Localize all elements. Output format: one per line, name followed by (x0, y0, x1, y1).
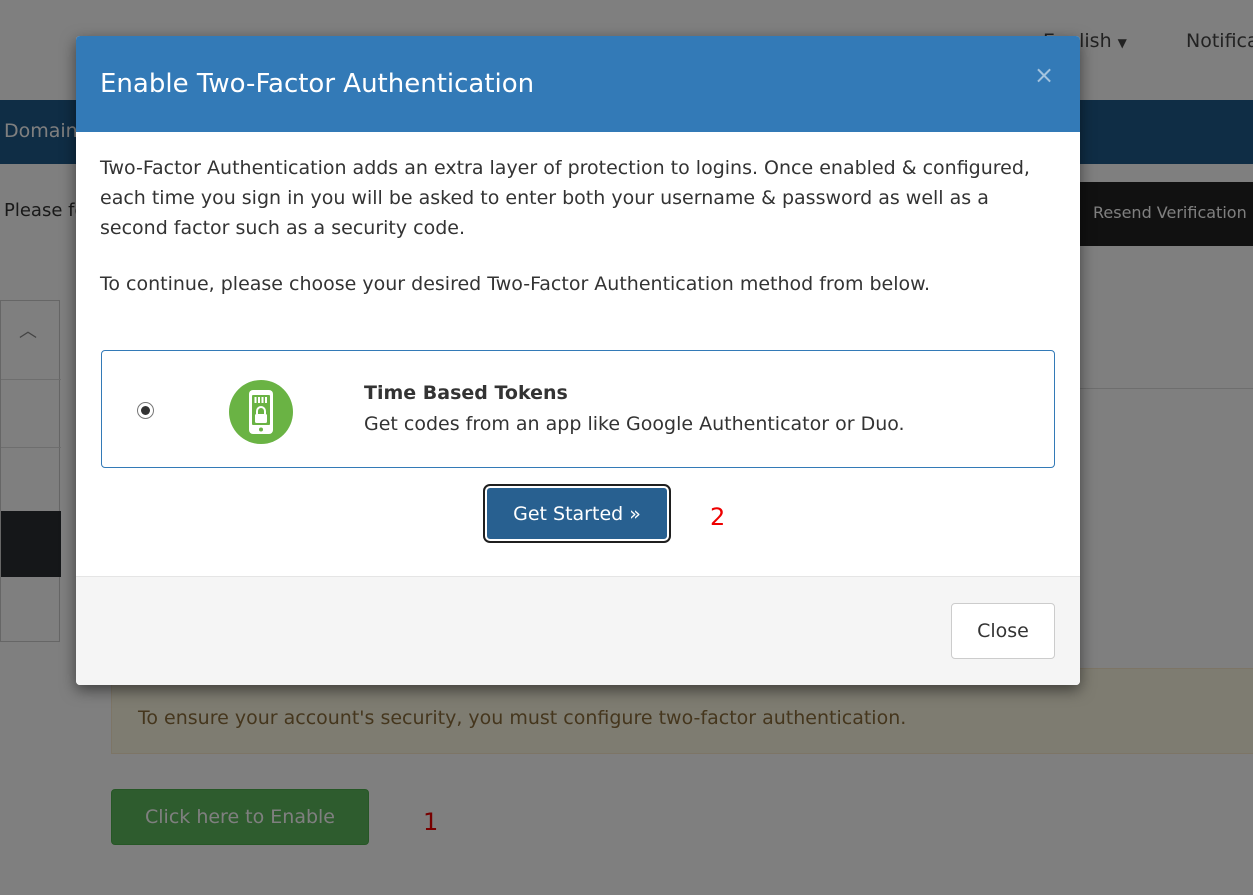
two-factor-modal: Enable Two-Factor Authentication × Two-F… (76, 36, 1080, 685)
close-icon[interactable]: × (1032, 60, 1056, 90)
phone-lock-icon (229, 380, 293, 444)
method-title: Time Based Tokens (364, 382, 568, 404)
method-radio[interactable] (137, 402, 154, 419)
close-button[interactable]: Close (951, 603, 1055, 659)
modal-footer: Close (76, 576, 1080, 685)
modal-title: Enable Two-Factor Authentication (100, 69, 535, 99)
annotation-step-2: 2 (710, 503, 726, 531)
modal-intro-text: Two-Factor Authentication adds an extra … (100, 157, 1030, 239)
method-option-time-based-tokens[interactable]: Time Based Tokens Get codes from an app … (101, 350, 1055, 468)
modal-choose-text: To continue, please choose your desired … (100, 273, 930, 295)
method-description: Get codes from an app like Google Authen… (364, 413, 905, 435)
get-started-button[interactable]: Get Started » (483, 484, 671, 543)
modal-header: Enable Two-Factor Authentication × (76, 36, 1080, 132)
